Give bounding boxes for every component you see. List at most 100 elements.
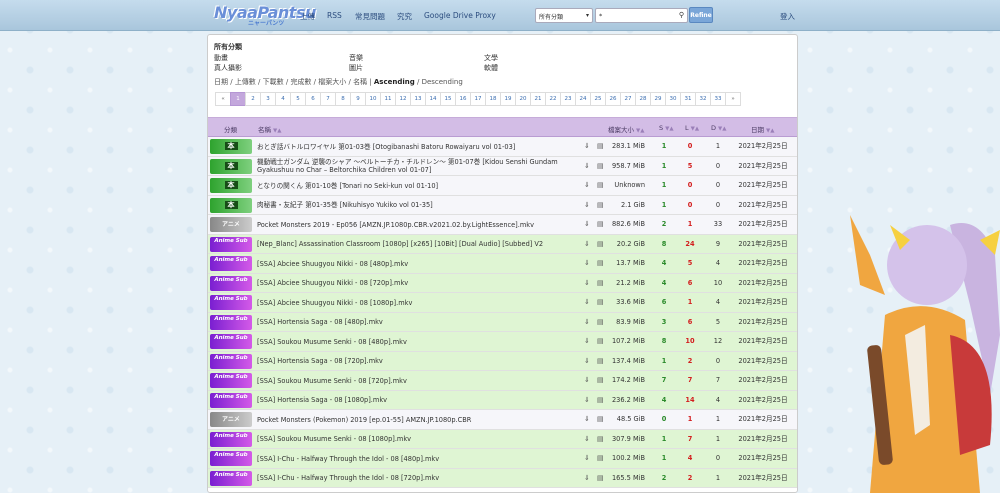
pager-page-27[interactable]: 27	[620, 92, 636, 106]
sort-downloads[interactable]: 下載數	[263, 78, 284, 86]
pager-page-15[interactable]: 15	[440, 92, 456, 106]
pager-page-29[interactable]: 29	[650, 92, 666, 106]
pager-page-2[interactable]: 2	[245, 92, 261, 106]
table-row[interactable]: Anime Sub [SSA] Soukou Musume Senki - 08 …	[208, 371, 797, 391]
magnet-icon[interactable]: ⇓	[584, 240, 590, 248]
table-row[interactable]: Anime Sub [SSA] Abciee Shuugyou Nikki - 0…	[208, 254, 797, 274]
search-input[interactable]: * ⚲	[595, 8, 688, 23]
header-name[interactable]: 名稱 ▼▲	[258, 124, 281, 134]
torrent-name-link[interactable]: [SSA] I-Chu - Halfway Through the Idol -…	[257, 469, 579, 488]
magnet-icon[interactable]: ⇓	[584, 454, 590, 462]
filter-heading[interactable]: 所有分類	[214, 42, 242, 52]
category-badge[interactable]: 本	[210, 178, 252, 193]
torrent-name-link[interactable]: [SSA] Abciee Shuugyou Nikki - 08 [720p].…	[257, 274, 579, 293]
header-downloads[interactable]: D ▼▲	[711, 124, 726, 132]
refine-button[interactable]: Refine	[689, 7, 713, 23]
category-badge[interactable]: Anime Sub	[210, 373, 252, 388]
nav-gdrive-link[interactable]: Google Drive Proxy	[424, 11, 496, 20]
pager-page-28[interactable]: 28	[635, 92, 651, 106]
pager-page-17[interactable]: 17	[470, 92, 486, 106]
torrent-name-link[interactable]: Pocket Monsters (Pokemon) 2019 [ep.01-55…	[257, 410, 579, 429]
table-row[interactable]: Anime Sub [SSA] I-Chu - Halfway Through t…	[208, 468, 797, 488]
table-row[interactable]: アニメ Pocket Monsters 2019 - Ep056 [AMZN.JP…	[208, 215, 797, 235]
filter-music[interactable]: 音樂	[349, 53, 363, 63]
magnet-icon[interactable]: ⇓	[584, 201, 590, 209]
sort-completed[interactable]: 完成數	[290, 78, 311, 86]
pager-page-22[interactable]: 22	[545, 92, 561, 106]
category-badge[interactable]: Anime Sub	[210, 275, 252, 291]
category-badge[interactable]: 本	[210, 139, 252, 154]
nav-rss-link[interactable]: RSS	[327, 11, 342, 20]
pager-page-31[interactable]: 31	[680, 92, 696, 106]
pager-page-33[interactable]: 33	[710, 92, 726, 106]
pager-page-19[interactable]: 19	[500, 92, 516, 106]
nav-faq-link[interactable]: 常見問題	[355, 11, 385, 22]
pager-page-16[interactable]: 16	[455, 92, 471, 106]
table-row[interactable]: Anime Sub [SSA] Soukou Musume Senki - 08 …	[208, 429, 797, 449]
pager-page-3[interactable]: 3	[260, 92, 276, 106]
filter-live-action[interactable]: 真人攝影	[214, 63, 242, 73]
pager-page-14[interactable]: 14	[425, 92, 441, 106]
sort-uploads[interactable]: 上傳數	[235, 78, 256, 86]
pager-page-12[interactable]: 12	[395, 92, 411, 106]
sort-ascending[interactable]: Ascending	[374, 78, 415, 86]
pager-page-9[interactable]: 9	[350, 92, 366, 106]
magnet-icon[interactable]: ⇓	[584, 357, 590, 365]
header-leechers[interactable]: L ▼▲	[685, 124, 699, 132]
pager-page-1[interactable]: 1	[230, 92, 246, 106]
category-badge[interactable]: Anime Sub	[210, 431, 252, 447]
nav-upload-link[interactable]: 上傳	[300, 11, 315, 22]
pager-page-13[interactable]: 13	[410, 92, 426, 106]
torrent-name-link[interactable]: [Nep_Blanc] Assassination Classroom [108…	[257, 235, 579, 254]
pager-page-10[interactable]: 10	[365, 92, 381, 106]
pager-page-18[interactable]: 18	[485, 92, 501, 106]
magnet-icon[interactable]: ⇓	[584, 142, 590, 150]
magnet-icon[interactable]: ⇓	[584, 396, 590, 404]
header-date[interactable]: 日期 ▼▲	[751, 124, 774, 134]
sort-descending[interactable]: Descending	[422, 78, 463, 86]
header-seeders[interactable]: S ▼▲	[659, 124, 674, 132]
filter-software[interactable]: 軟體	[484, 63, 498, 73]
magnet-icon[interactable]: ⇓	[584, 259, 590, 267]
category-badge[interactable]: 本	[210, 197, 252, 213]
category-badge[interactable]: Anime Sub	[210, 334, 252, 349]
category-badge[interactable]: Anime Sub	[210, 451, 252, 466]
torrent-name-link[interactable]: Pocket Monsters 2019 - Ep056 [AMZN.JP.10…	[257, 215, 579, 234]
magnet-icon[interactable]: ⇓	[584, 474, 590, 482]
torrent-name-link[interactable]: [SSA] Hortensia Saga - 08 [1080p].mkv	[257, 391, 579, 410]
pager-page-11[interactable]: 11	[380, 92, 396, 106]
filter-anime[interactable]: 動畫	[214, 53, 228, 63]
pager-page-32[interactable]: 32	[695, 92, 711, 106]
magnet-icon[interactable]: ⇓	[584, 162, 590, 170]
magnet-icon[interactable]: ⇓	[584, 220, 590, 228]
filter-pictures[interactable]: 圖片	[349, 63, 363, 73]
torrent-name-link[interactable]: [SSA] Soukou Musume Senki - 08 [480p].mk…	[257, 332, 579, 351]
pager-page-8[interactable]: 8	[335, 92, 351, 106]
table-row[interactable]: Anime Sub [SSA] Hortensia Saga - 08 [1080…	[208, 390, 797, 410]
magnet-icon[interactable]: ⇓	[584, 181, 590, 189]
magnet-icon[interactable]: ⇓	[584, 298, 590, 306]
torrent-name-link[interactable]: 肉秘書・友紀子 第01-35巻 [Nikuhisyo Yukiko vol 01…	[257, 196, 579, 215]
table-row[interactable]: Anime Sub [SSA] Abciee Shuugyou Nikki - 0…	[208, 293, 797, 313]
magnet-icon[interactable]: ⇓	[584, 376, 590, 384]
torrent-name-link[interactable]: [SSA] I-Chu - Halfway Through the Idol -…	[257, 449, 579, 468]
category-badge[interactable]: 本	[210, 158, 252, 174]
category-badge[interactable]: アニメ	[210, 217, 252, 232]
table-row[interactable]: アニメ Pocket Monsters (Pokemon) 2019 [ep.01…	[208, 410, 797, 430]
header-category[interactable]: 分類	[224, 124, 237, 134]
torrent-name-link[interactable]: [SSA] Soukou Musume Senki - 08 [720p].mk…	[257, 371, 579, 390]
sort-filesize[interactable]: 檔案大小	[318, 78, 346, 86]
table-row[interactable]: 本肉秘書・友紀子 第01-35巻 [Nikuhisyo Yukiko vol 0…	[208, 195, 797, 215]
pager-page-25[interactable]: 25	[590, 92, 606, 106]
table-row[interactable]: Anime Sub [SSA] I-Chu - Halfway Through t…	[208, 449, 797, 469]
magnet-icon[interactable]: ⇓	[584, 318, 590, 326]
pager-next-button[interactable]: »	[725, 92, 741, 106]
category-badge[interactable]: Anime Sub	[210, 470, 252, 486]
table-row[interactable]: Anime Sub [SSA] Soukou Musume Senki - 08 …	[208, 332, 797, 352]
pager-page-7[interactable]: 7	[320, 92, 336, 106]
pager-page-20[interactable]: 20	[515, 92, 531, 106]
table-row[interactable]: Anime Sub [Nep_Blanc] Assassination Class…	[208, 234, 797, 254]
pager-page-21[interactable]: 21	[530, 92, 546, 106]
pager-page-30[interactable]: 30	[665, 92, 681, 106]
table-row[interactable]: 本となりの関くん 第01-10巻 [Tonari no Seki-kun vol…	[208, 176, 797, 196]
